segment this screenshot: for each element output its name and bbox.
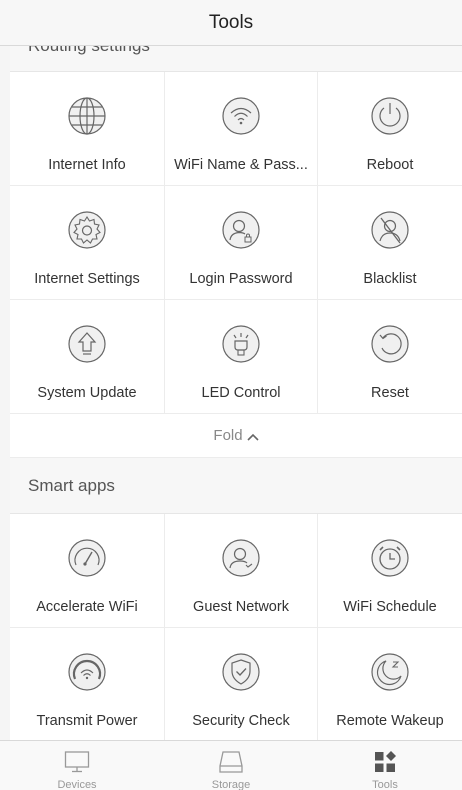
tool-security-check[interactable]: Security Check (165, 628, 318, 740)
tool-system-update[interactable]: System Update (10, 300, 165, 414)
drive-icon (218, 749, 244, 775)
arrow-up-icon (67, 324, 107, 364)
tool-label: System Update (37, 385, 137, 401)
tool-reboot[interactable]: Reboot (318, 72, 462, 186)
guest-icon (221, 538, 261, 578)
user-lock-icon (221, 210, 261, 250)
tool-wifi-schedule[interactable]: WiFi Schedule (318, 514, 462, 628)
gear-icon (67, 210, 107, 250)
smart-apps-section-label: Smart apps (28, 476, 115, 495)
signal-dial-icon (67, 652, 107, 692)
tool-accelerate-wifi[interactable]: Accelerate WiFi (10, 514, 165, 628)
smart-apps-section-header: Smart apps (10, 458, 462, 514)
reset-icon (370, 324, 410, 364)
moon-z-icon (370, 652, 410, 692)
tool-guest-network[interactable]: Guest Network (165, 514, 318, 628)
tool-reset[interactable]: Reset (318, 300, 462, 414)
tool-label: WiFi Schedule (343, 599, 437, 615)
smart-apps-grid: Accelerate WiFi Guest Network WiFi Sched… (10, 514, 462, 740)
tool-label: Accelerate WiFi (36, 599, 138, 615)
tab-label: Devices (57, 779, 97, 790)
fold-button[interactable]: Fold (10, 414, 462, 458)
tool-label: Blacklist (363, 271, 417, 287)
tool-login-password[interactable]: Login Password (165, 186, 318, 300)
user-block-icon (370, 210, 410, 250)
power-icon (370, 96, 410, 136)
tab-bar: Devices Storage Tools (0, 740, 462, 790)
tool-label: Guest Network (193, 599, 289, 615)
grid-tools-icon (372, 749, 398, 775)
tab-label: Storage (211, 779, 251, 790)
tool-label: Reboot (366, 157, 414, 173)
tool-label: Internet Info (48, 157, 126, 173)
tool-internet-info[interactable]: Internet Info (10, 72, 165, 186)
tool-transmit-power[interactable]: Transmit Power (10, 628, 165, 740)
routing-section-label: Routing settings (28, 46, 150, 56)
alarm-clock-icon (370, 538, 410, 578)
page-title: Tools (208, 12, 254, 33)
fold-label: Fold (213, 427, 243, 444)
bulb-icon (221, 324, 261, 364)
tool-label: Login Password (189, 271, 293, 287)
tool-label: Transmit Power (36, 713, 138, 729)
tool-blacklist[interactable]: Blacklist (318, 186, 462, 300)
tool-label: Reset (371, 385, 409, 401)
tool-label: LED Control (201, 385, 281, 401)
shield-check-icon (221, 652, 261, 692)
tab-storage[interactable]: Storage (154, 741, 308, 790)
tool-remote-wakeup[interactable]: Remote Wakeup (318, 628, 462, 740)
wifi-icon (221, 96, 261, 136)
routing-section-header: Routing settings (10, 46, 462, 72)
tool-label: WiFi Name & Pass... (174, 157, 308, 173)
globe-icon (67, 96, 107, 136)
tool-label: Remote Wakeup (336, 713, 444, 729)
speedometer-icon (67, 538, 107, 578)
routing-grid: Internet Info WiFi Name & Pass... Reboot (10, 72, 462, 414)
tools-scroll-area[interactable]: Routing settings Internet Info W (10, 46, 462, 740)
tab-tools[interactable]: Tools (308, 741, 462, 790)
monitor-icon (64, 749, 90, 775)
tool-label: Security Check (192, 713, 290, 729)
chevron-up-icon (247, 414, 259, 458)
tab-label: Tools (372, 779, 398, 790)
tool-wifi-name-password[interactable]: WiFi Name & Pass... (165, 72, 318, 186)
tool-label: Internet Settings (34, 271, 140, 287)
tab-devices[interactable]: Devices (0, 741, 154, 790)
tool-internet-settings[interactable]: Internet Settings (10, 186, 165, 300)
nav-bar: Tools (0, 0, 462, 46)
tool-led-control[interactable]: LED Control (165, 300, 318, 414)
